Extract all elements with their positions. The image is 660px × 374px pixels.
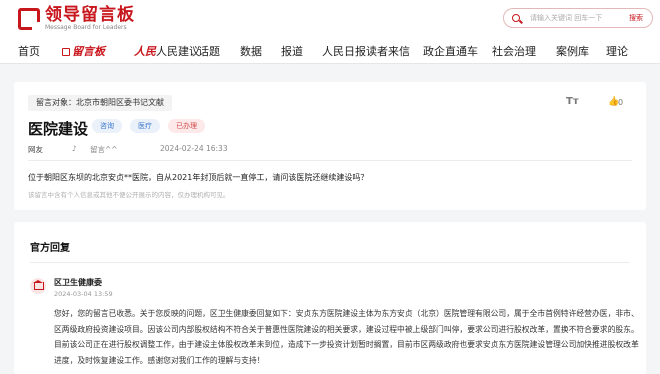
nav-item-governance[interactable]: 社会治理 [492, 43, 536, 59]
reply-heading: 官方回复 [30, 243, 70, 254]
message-title: 医院建设 [28, 120, 89, 138]
nav-item-theory[interactable]: 理论 [606, 43, 628, 59]
tag-consult: 咨询 [92, 119, 122, 133]
font-size-icon[interactable]: Tт [566, 96, 579, 107]
message-board-icon [62, 48, 70, 56]
search-button[interactable]: 搜索 [629, 13, 643, 23]
message-content: 位于朝阳区东坝的北京安贞**医院，自从2021年封顶后就一直停工，请问该医院还继… [28, 173, 369, 182]
tag-medical: 医疗 [130, 119, 160, 133]
tag-status: 已办理 [168, 119, 205, 133]
site-logo[interactable]: 领导留言板 Message Board for Leaders [18, 6, 135, 32]
music-note-icon: ♪ [72, 144, 77, 153]
search-box[interactable]: 请输入关键词 回车一下 搜索 [503, 8, 653, 28]
search-icon [512, 14, 520, 22]
logo-mark-icon [18, 8, 41, 31]
search-input[interactable]: 请输入关键词 回车一下 [530, 13, 602, 23]
divider [28, 160, 632, 161]
logo-subtitle: Message Board for Leaders [45, 24, 127, 31]
reply-datetime: 2024-03-04 13:59 [54, 290, 113, 298]
message-card: 留言对象：北京市朝阳区委书记文献 Tт 👍 0 医院建设 咨询 医疗 已办理 网… [14, 82, 646, 210]
like-count: 0 [618, 98, 624, 107]
nav-item-enterprise[interactable]: 政企直通车 [423, 43, 478, 59]
top-header: 领导留言板 Message Board for Leaders 请输入关键词 回… [0, 0, 660, 36]
privacy-notice: 该留言中含有个人信息或其他不便公开展示的内容，仅办理机构可见。 [28, 191, 230, 199]
main-nav: 首页 留言板 人民人民建议 话题 数据 报道 人民日报读者来信 政企直通车 社会… [0, 36, 660, 64]
nav-item-cases[interactable]: 案例库 [556, 43, 589, 59]
government-building-icon [30, 278, 46, 294]
people-logo-icon: 人民 [134, 45, 156, 58]
author-name: 网友 [28, 145, 43, 154]
nav-item-suggestion[interactable]: 人民人民建议 [134, 43, 200, 59]
nav-item-home[interactable]: 首页 [18, 43, 40, 59]
nav-item-letters[interactable]: 人民日报读者来信 [322, 43, 410, 59]
message-visibility: 留言^^ [90, 145, 118, 154]
reply-body: 您好，您的留言已收悉。关于您反映的问题，区卫生健康委回复如下：安贞东方医院建设主… [54, 309, 639, 365]
divider [30, 262, 630, 263]
reply-card: 官方回复 区卫生健康委 2024-03-04 13:59 您好，您的留言已收悉。… [14, 222, 646, 374]
message-datetime: 2024-02-24 16:33 [160, 144, 228, 153]
reply-org-name: 区卫生健康委 [54, 278, 102, 287]
logo-title: 领导留言板 [45, 5, 135, 25]
nav-item-message-board[interactable]: 留言板 [62, 43, 105, 59]
nav-item-topics[interactable]: 话题 [198, 43, 220, 59]
nav-item-data[interactable]: 数据 [240, 43, 262, 59]
nav-suggestion-label: 人民建议 [156, 45, 200, 58]
nav-item-reports[interactable]: 报道 [281, 43, 303, 59]
recipient-label: 留言对象：北京市朝阳区委书记文献 [28, 95, 172, 111]
